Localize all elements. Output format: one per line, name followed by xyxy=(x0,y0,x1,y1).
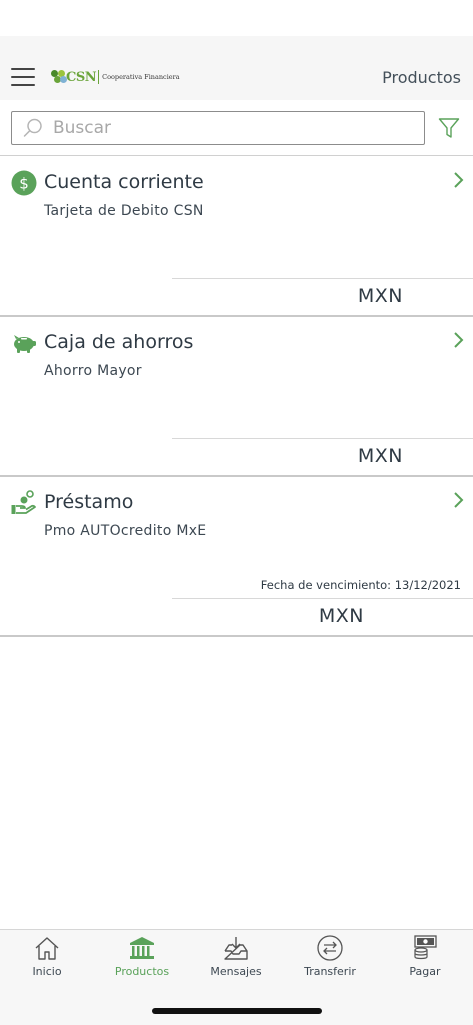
logo-separator xyxy=(98,70,100,84)
tab-label: Inicio xyxy=(32,965,62,978)
tab-transferir[interactable]: Transferir xyxy=(283,930,377,990)
brand-logo: CSN Cooperativa Financiera xyxy=(50,66,180,88)
due-date-note: Fecha de vencimiento: 13/12/2021 xyxy=(260,578,461,592)
search-bar[interactable] xyxy=(11,111,425,145)
tab-label: Mensajes xyxy=(210,965,262,978)
product-currency: MXN xyxy=(318,605,364,627)
tab-label: Pagar xyxy=(409,965,441,978)
search-input[interactable] xyxy=(51,117,395,139)
search-icon xyxy=(23,118,42,137)
amount-divider xyxy=(172,438,473,439)
amount-divider xyxy=(172,598,473,599)
product-title: Préstamo xyxy=(44,491,134,513)
home-icon xyxy=(35,937,59,960)
product-title: Caja de ahorros xyxy=(44,331,194,353)
filter-icon[interactable] xyxy=(438,117,460,139)
inbox-icon xyxy=(224,937,248,960)
product-subtitle: Pmo AUTOcredito MxE xyxy=(44,523,207,539)
hamburger-menu-icon[interactable] xyxy=(11,68,35,86)
logo-dots-icon xyxy=(50,69,67,85)
piggy-bank-icon xyxy=(14,335,36,353)
tab-label: Transferir xyxy=(304,965,356,978)
product-subtitle: Tarjeta de Debito CSN xyxy=(44,203,204,219)
product-currency: MXN xyxy=(357,445,403,467)
amount-divider xyxy=(172,278,473,279)
tab-productos[interactable]: Productos xyxy=(95,930,189,990)
svg-text:$: $ xyxy=(19,175,29,193)
transfer-icon xyxy=(317,935,343,961)
chevron-right-icon xyxy=(454,492,464,508)
logo-subtitle: Cooperativa Financiera xyxy=(102,73,180,81)
tab-mensajes[interactable]: Mensajes xyxy=(189,930,283,990)
product-subtitle: Ahorro Mayor xyxy=(44,363,142,379)
product-card-prestamo[interactable]: Préstamo Pmo AUTOcredito MxE Fecha de ve… xyxy=(0,477,473,637)
hand-coins-icon xyxy=(11,490,36,514)
divider xyxy=(0,155,473,156)
product-currency: MXN xyxy=(357,285,403,307)
tab-label: Productos xyxy=(114,965,170,978)
dollar-circle-icon: $ xyxy=(11,170,37,196)
product-card-caja-de-ahorros[interactable]: Caja de ahorros Ahorro Mayor MXN xyxy=(0,317,473,477)
page-title: Productos xyxy=(382,68,461,87)
bank-icon xyxy=(130,937,154,959)
pay-icon xyxy=(414,935,437,960)
chevron-right-icon xyxy=(454,172,464,188)
status-bar xyxy=(0,0,473,36)
product-card-cuenta-corriente[interactable]: $ Cuenta corriente Tarjeta de Debito CSN… xyxy=(0,157,473,317)
logo-text: CSN xyxy=(66,69,97,85)
tab-pagar[interactable]: Pagar xyxy=(378,930,472,990)
chevron-right-icon xyxy=(454,332,464,348)
card-divider xyxy=(0,635,473,637)
home-indicator xyxy=(152,1008,322,1014)
product-title: Cuenta corriente xyxy=(44,171,204,193)
tab-inicio[interactable]: Inicio xyxy=(0,930,94,990)
